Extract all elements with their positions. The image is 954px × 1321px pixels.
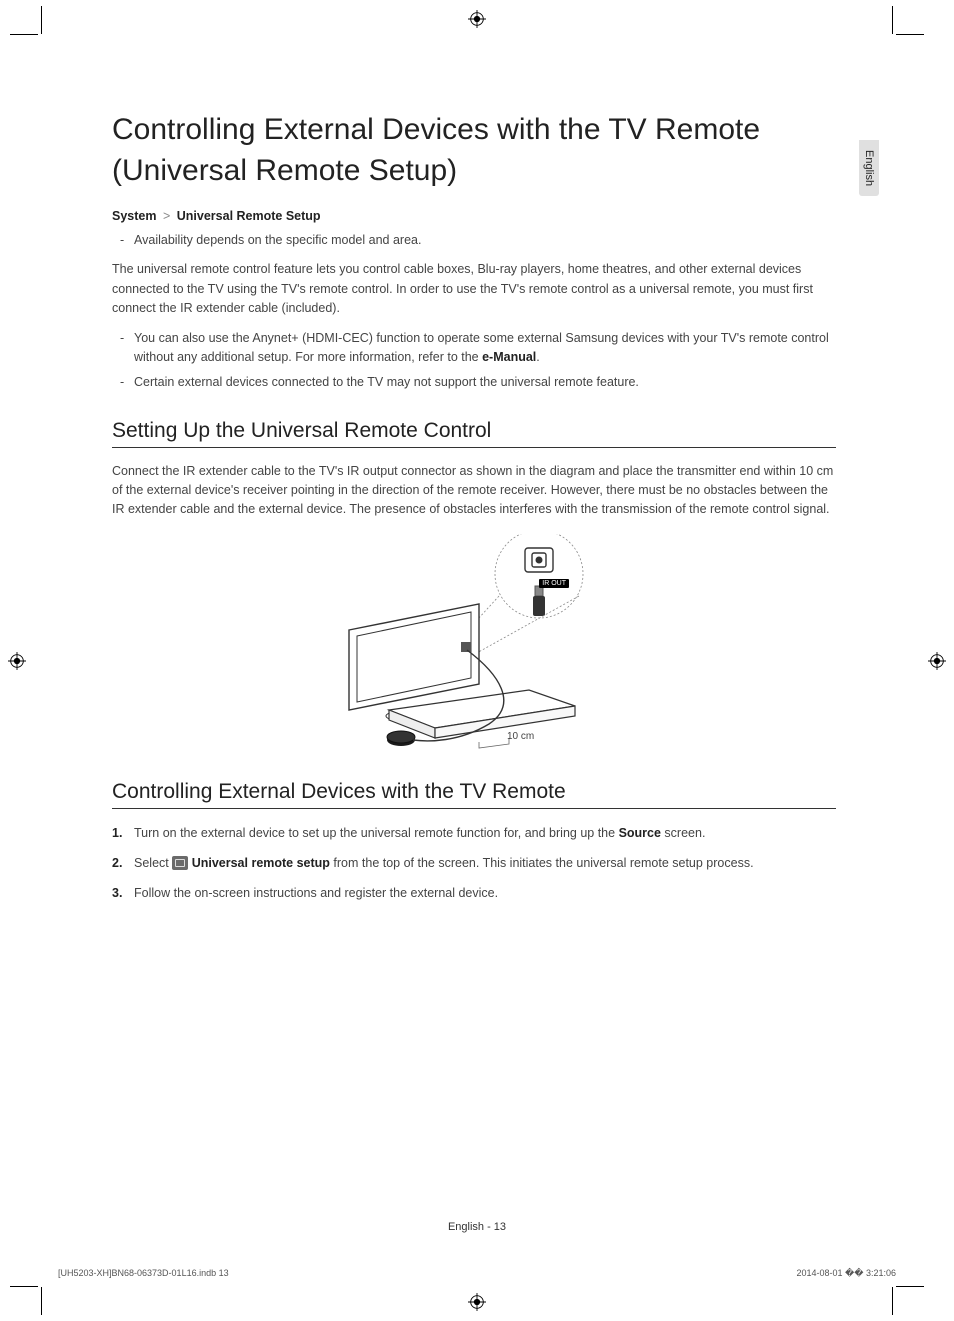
list-item: You can also use the Anynet+ (HDMI-CEC) … <box>112 329 836 368</box>
crop-mark <box>10 34 38 35</box>
registration-mark-icon <box>468 10 486 28</box>
step-item: Turn on the external device to set up th… <box>112 823 836 843</box>
page-content: Controlling External Devices with the TV… <box>112 110 836 913</box>
step-text-post: from the top of the screen. This initiat… <box>330 856 754 870</box>
ir-out-label: IR OUT <box>539 579 569 588</box>
setup-paragraph: Connect the IR extender cable to the TV'… <box>112 462 836 520</box>
crop-mark <box>892 6 893 34</box>
footer-meta: [UH5203-XH]BN68-06373D-01L16.indb 13 201… <box>58 1268 896 1279</box>
footer-file: [UH5203-XH]BN68-06373D-01L16.indb 13 <box>58 1268 229 1279</box>
language-tab: English <box>859 140 879 196</box>
breadcrumb-separator: > <box>163 209 170 223</box>
universal-remote-setup-ref: Universal remote setup <box>192 856 330 870</box>
step-text: Turn on the external device to set up th… <box>134 826 619 840</box>
intro-paragraph: The universal remote control feature let… <box>112 260 836 318</box>
page-number: English - 13 <box>448 1221 506 1233</box>
registration-mark-icon <box>928 652 946 670</box>
crop-mark <box>896 34 924 35</box>
step-text: Follow the on-screen instructions and re… <box>134 886 498 900</box>
breadcrumb-root: System <box>112 209 156 223</box>
availability-note: Availability depends on the specific mod… <box>112 231 836 250</box>
step-text: Select <box>134 856 172 870</box>
step-text-post: screen. <box>661 826 705 840</box>
list-item: Availability depends on the specific mod… <box>112 231 836 250</box>
step-item: Select Universal remote setup from the t… <box>112 853 836 873</box>
list-item: Certain external devices connected to th… <box>112 373 836 392</box>
breadcrumb-leaf: Universal Remote Setup <box>177 209 321 223</box>
note-text: Certain external devices connected to th… <box>134 375 639 389</box>
footer-timestamp: 2014-08-01 �� 3:21:06 <box>796 1268 896 1279</box>
emanual-ref: e-Manual <box>482 350 536 364</box>
intro-notes: You can also use the Anynet+ (HDMI-CEC) … <box>112 329 836 393</box>
distance-label: 10 cm <box>507 731 534 742</box>
steps-list: Turn on the external device to set up th… <box>112 823 836 903</box>
crop-mark <box>41 6 42 34</box>
crop-mark <box>892 1287 893 1315</box>
ir-extender-diagram: IR OUT 10 cm <box>329 534 619 754</box>
section-heading-control: Controlling External Devices with the TV… <box>112 780 836 809</box>
registration-mark-icon <box>468 1293 486 1311</box>
section-heading-setup: Setting Up the Universal Remote Control <box>112 419 836 448</box>
universal-remote-icon <box>172 856 188 870</box>
page-title: Controlling External Devices with the TV… <box>112 110 836 191</box>
source-ref: Source <box>619 826 661 840</box>
note-text-post: . <box>536 350 539 364</box>
registration-mark-icon <box>8 652 26 670</box>
crop-mark <box>896 1286 924 1287</box>
crop-mark <box>41 1287 42 1315</box>
breadcrumb: System > Universal Remote Setup <box>112 209 836 223</box>
crop-mark <box>10 1286 38 1287</box>
step-item: Follow the on-screen instructions and re… <box>112 883 836 903</box>
